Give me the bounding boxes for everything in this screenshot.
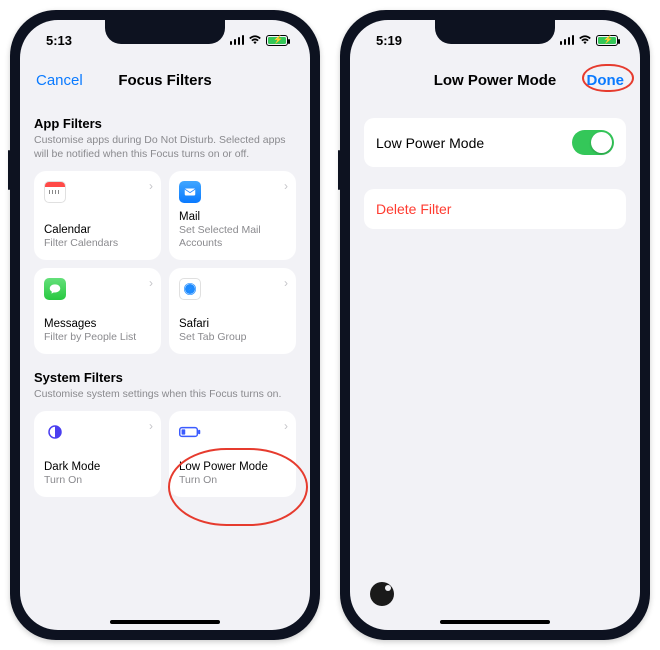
system-filters-grid: › Dark Mode Turn On › Low Power M — [34, 411, 296, 497]
screen-left: 5:13 Cancel Focus Filters App Filters Cu… — [20, 20, 310, 630]
watermark-icon — [370, 582, 394, 606]
cellular-icon — [560, 35, 575, 45]
chevron-right-icon: › — [284, 179, 288, 193]
home-indicator[interactable] — [440, 620, 550, 624]
status-indicators — [230, 35, 289, 46]
card-sub: Set Tab Group — [179, 331, 286, 344]
card-title: Dark Mode — [44, 461, 151, 473]
chevron-right-icon: › — [284, 276, 288, 290]
filter-card-calendar[interactable]: › Calendar Filter Calendars — [34, 171, 161, 259]
done-button[interactable]: Done — [587, 72, 625, 89]
dark-mode-icon — [44, 421, 66, 443]
chevron-right-icon: › — [284, 419, 288, 433]
content: App Filters Customise apps during Do Not… — [20, 100, 310, 630]
calendar-icon — [44, 181, 66, 203]
card-sub: Filter Calendars — [44, 237, 151, 250]
phone-right: 5:19 Low Power Mode Done Low Power Mode … — [340, 10, 650, 640]
wifi-icon — [578, 35, 592, 45]
app-filters-grid: › Calendar Filter Calendars › Mail Set S… — [34, 171, 296, 353]
mail-icon — [179, 181, 201, 203]
safari-icon — [179, 278, 201, 300]
app-filters-heading: App Filters — [34, 116, 296, 131]
card-title: Safari — [179, 318, 286, 330]
card-sub: Turn On — [44, 474, 151, 487]
card-title: Low Power Mode — [179, 461, 286, 473]
card-sub: Turn On — [179, 474, 286, 487]
card-sub: Filter by People List — [44, 331, 151, 344]
card-sub: Set Selected Mail Accounts — [179, 224, 286, 249]
filter-card-low-power-mode[interactable]: › Low Power Mode Turn On — [169, 411, 296, 497]
filter-card-messages[interactable]: › Messages Filter by People List — [34, 268, 161, 354]
filter-card-safari[interactable]: › Safari Set Tab Group — [169, 268, 296, 354]
home-indicator[interactable] — [110, 620, 220, 624]
navbar: Cancel Focus Filters — [20, 60, 310, 100]
notch — [105, 20, 225, 44]
system-filters-heading: System Filters — [34, 370, 296, 385]
content: Low Power Mode Delete Filter — [350, 100, 640, 630]
battery-low-icon — [179, 421, 201, 443]
notch — [435, 20, 555, 44]
messages-icon — [44, 278, 66, 300]
chevron-right-icon: › — [149, 179, 153, 193]
system-filters-sub: Customise system settings when this Focu… — [34, 387, 296, 401]
screen-right: 5:19 Low Power Mode Done Low Power Mode … — [350, 20, 640, 630]
status-indicators — [560, 35, 619, 46]
row-label: Low Power Mode — [376, 135, 484, 151]
app-filters-sub: Customise apps during Do Not Disturb. Se… — [34, 133, 296, 161]
filter-card-mail[interactable]: › Mail Set Selected Mail Accounts — [169, 171, 296, 259]
card-title: Calendar — [44, 224, 151, 236]
status-time: 5:13 — [46, 33, 72, 48]
card-title: Messages — [44, 318, 151, 330]
page-title: Low Power Mode — [434, 72, 557, 89]
chevron-right-icon: › — [149, 419, 153, 433]
filter-card-dark-mode[interactable]: › Dark Mode Turn On — [34, 411, 161, 497]
wifi-icon — [248, 35, 262, 45]
cellular-icon — [230, 35, 245, 45]
delete-filter-button[interactable]: Delete Filter — [364, 189, 626, 229]
cancel-button[interactable]: Cancel — [36, 72, 83, 89]
page-title: Focus Filters — [118, 72, 211, 89]
low-power-mode-row: Low Power Mode — [364, 118, 626, 167]
battery-icon — [596, 35, 618, 46]
card-title: Mail — [179, 211, 286, 223]
battery-icon — [266, 35, 288, 46]
navbar: Low Power Mode Done — [350, 60, 640, 100]
low-power-mode-toggle[interactable] — [572, 130, 614, 155]
status-time: 5:19 — [376, 33, 402, 48]
chevron-right-icon: › — [149, 276, 153, 290]
phone-left: 5:13 Cancel Focus Filters App Filters Cu… — [10, 10, 320, 640]
